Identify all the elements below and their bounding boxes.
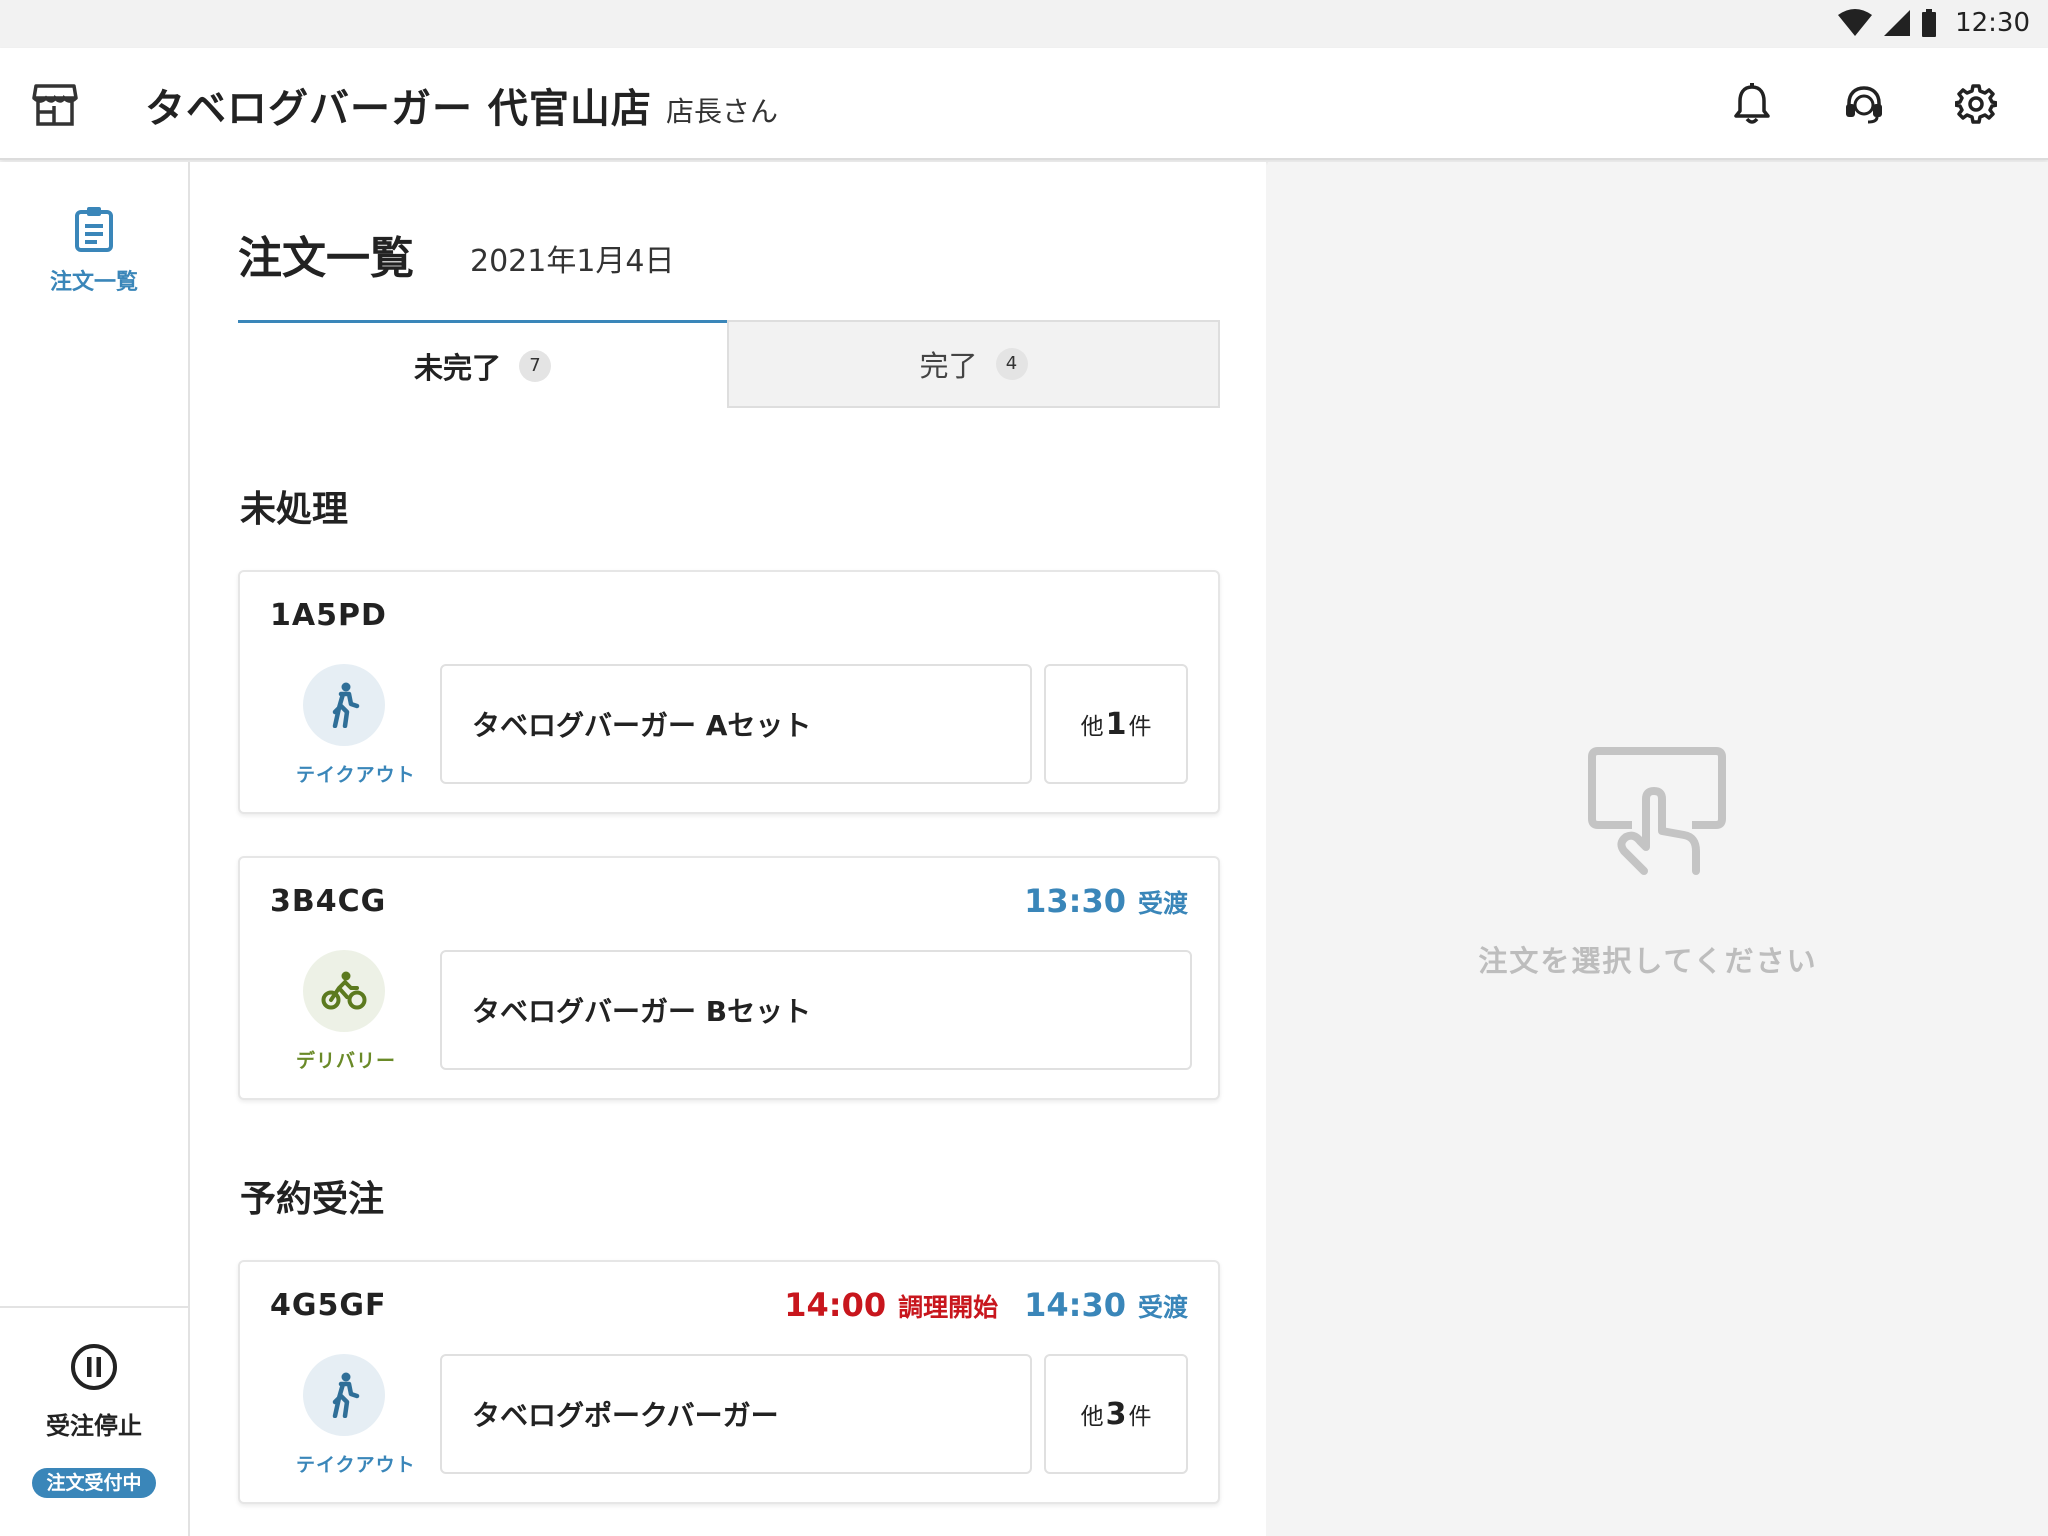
- page-date: 2021年1月4日: [470, 244, 675, 279]
- more-prefix: 他: [1080, 1404, 1104, 1430]
- battery-icon: [1922, 9, 1937, 37]
- tab-incomplete-count: 7: [519, 349, 551, 382]
- more-count: 1: [1105, 706, 1127, 742]
- cook-start-time: 14:00 調理開始: [784, 1286, 998, 1324]
- clock: 12:30: [1955, 8, 2030, 38]
- order-type: デリバリー: [296, 950, 397, 1073]
- takeout-badge: [303, 664, 385, 746]
- tab-complete-count: 4: [995, 348, 1028, 380]
- order-item: タベログバーガー Aセット: [440, 664, 1032, 784]
- walking-icon: [332, 1372, 360, 1418]
- order-type-label: テイクアウト: [296, 1454, 416, 1476]
- order-detail-panel: 注文を選択してください: [1268, 162, 2048, 1536]
- clipboard-icon: [75, 207, 113, 252]
- pause-orders-label: 受注停止: [46, 1412, 142, 1440]
- order-type-label: デリバリー: [296, 1050, 397, 1072]
- tap-select-icon: [1588, 747, 1726, 875]
- order-times: 14:00 調理開始 14:30 受渡: [784, 1286, 1188, 1324]
- cook-start-time-label: 調理開始: [898, 1293, 999, 1322]
- more-count: 3: [1105, 1396, 1127, 1432]
- accepting-status-badge: 注文受付中: [32, 1468, 156, 1498]
- tab-incomplete-label: 未完了: [413, 350, 501, 385]
- side-rail: 注文一覧 受注停止 注文受付中: [0, 162, 190, 1536]
- app-bar: タベログバーガー 代官山店 店長さん: [0, 48, 2048, 160]
- nav-order-list-label: 注文一覧: [49, 270, 138, 295]
- pickup-time-label: 受渡: [1137, 889, 1188, 918]
- status-bar: 12:30: [0, 0, 2048, 48]
- empty-state-message: 注文を選択してください: [1478, 944, 1818, 978]
- takeout-badge: [303, 1354, 385, 1436]
- tab-complete-label: 完了: [919, 349, 978, 383]
- order-item: タベログポークバーガー: [440, 1354, 1032, 1474]
- user-role: 店長さん: [666, 95, 779, 128]
- order-code: 1A5PD: [270, 598, 387, 633]
- support-button[interactable]: [1838, 78, 1890, 130]
- pickup-time-value: 14:30: [1024, 1286, 1126, 1324]
- more-items: 他3件: [1044, 1354, 1188, 1474]
- section-title-reservations: 予約受注: [240, 1179, 385, 1220]
- pause-orders-button[interactable]: 受注停止: [0, 1342, 188, 1441]
- nav-order-list[interactable]: 注文一覧: [0, 202, 188, 302]
- pickup-time: 14:30 受渡: [1024, 1286, 1188, 1324]
- order-list-panel: 注文一覧 2021年1月4日 未完了 7 完了 4 未処理 1A5PD テイクア…: [190, 162, 1266, 1536]
- walking-icon: [332, 682, 360, 728]
- notifications-button[interactable]: [1726, 78, 1778, 130]
- pickup-time-label: 受渡: [1137, 1293, 1188, 1322]
- more-suffix: 件: [1128, 714, 1152, 740]
- order-code: 4G5GF: [270, 1288, 387, 1323]
- delivery-badge: [303, 950, 385, 1032]
- gear-icon: [1955, 84, 1997, 124]
- order-card[interactable]: 3B4CG 13:30 受渡 デリバリー タベログバーガー Bセット: [238, 856, 1220, 1100]
- order-times: 13:30 受渡: [1024, 882, 1188, 920]
- wifi-icon: [1838, 9, 1873, 36]
- bell-icon: [1734, 83, 1770, 124]
- rail-divider: [0, 1306, 188, 1308]
- cell-signal-icon: [1884, 10, 1911, 36]
- bicycle-icon: [321, 971, 367, 1010]
- pickup-time: 13:30 受渡: [1024, 882, 1188, 920]
- settings-button[interactable]: [1950, 78, 2002, 130]
- more-items: 他1件: [1044, 664, 1188, 784]
- order-tabs: 未完了 7 完了 4: [238, 320, 1220, 410]
- order-card[interactable]: 4G5GF 14:00 調理開始 14:30 受渡 テイクアウト タベログポーク…: [238, 1260, 1220, 1504]
- more-prefix: 他: [1080, 714, 1104, 740]
- order-type-label: テイクアウト: [296, 764, 416, 786]
- order-code: 3B4CG: [270, 884, 387, 919]
- pickup-time-value: 13:30: [1024, 882, 1126, 920]
- support-headset-icon: [1846, 86, 1882, 124]
- pause-icon: [71, 1344, 117, 1390]
- order-item: タベログバーガー Bセット: [440, 950, 1192, 1070]
- cook-start-time-value: 14:00: [784, 1286, 887, 1324]
- order-type: テイクアウト: [296, 1354, 416, 1477]
- order-type: テイクアウト: [296, 664, 416, 787]
- more-suffix: 件: [1128, 1404, 1152, 1430]
- order-card[interactable]: 1A5PD テイクアウト タベログバーガー Aセット 他1件: [238, 570, 1220, 814]
- section-title-unprocessed: 未処理: [240, 489, 349, 530]
- tab-complete[interactable]: 完了 4: [727, 320, 1220, 408]
- tab-incomplete[interactable]: 未完了 7: [238, 320, 727, 408]
- page-title: 注文一覧: [238, 233, 414, 284]
- status-icons: 12:30: [1837, 8, 2030, 38]
- store-title: タベログバーガー 代官山店: [145, 86, 652, 132]
- store-icon[interactable]: [32, 82, 78, 128]
